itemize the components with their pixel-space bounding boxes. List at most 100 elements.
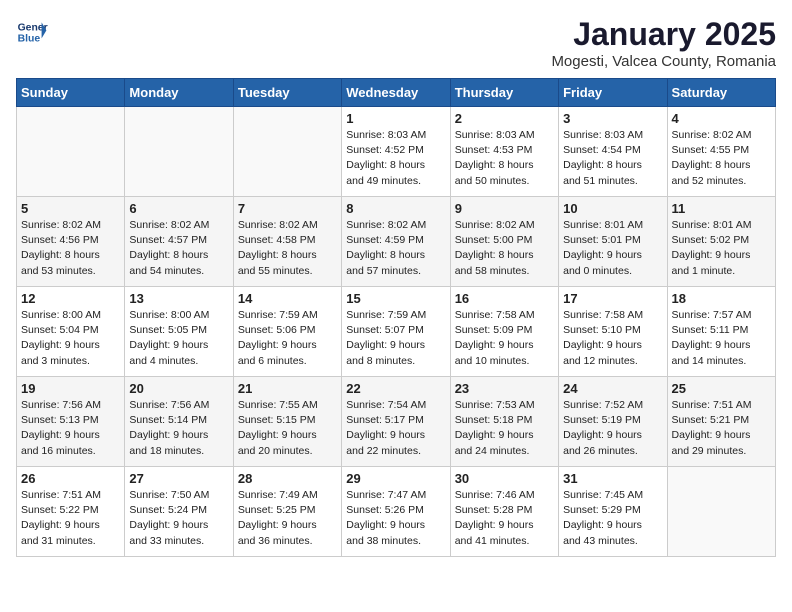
day-info: Sunrise: 8:02 AM Sunset: 4:56 PM Dayligh… [21, 218, 120, 279]
day-info: Sunrise: 7:49 AM Sunset: 5:25 PM Dayligh… [238, 488, 337, 549]
calendar-cell: 1 Sunrise: 8:03 AM Sunset: 4:52 PM Daylig… [342, 107, 450, 197]
calendar-cell: 21 Sunrise: 7:55 AM Sunset: 5:15 PM Dayli… [233, 377, 341, 467]
day-number: 17 [563, 291, 662, 306]
day-number: 30 [455, 471, 554, 486]
calendar-week-row: 12 Sunrise: 8:00 AM Sunset: 5:04 PM Dayli… [17, 287, 776, 377]
weekday-header: Friday [559, 79, 667, 107]
calendar-week-row: 19 Sunrise: 7:56 AM Sunset: 5:13 PM Dayli… [17, 377, 776, 467]
day-info: Sunrise: 7:52 AM Sunset: 5:19 PM Dayligh… [563, 398, 662, 459]
calendar-cell: 29 Sunrise: 7:47 AM Sunset: 5:26 PM Dayli… [342, 467, 450, 557]
day-info: Sunrise: 8:01 AM Sunset: 5:02 PM Dayligh… [672, 218, 771, 279]
day-number: 15 [346, 291, 445, 306]
title-area: January 2025 Mogesti, Valcea County, Rom… [551, 16, 776, 70]
weekday-header-row: SundayMondayTuesdayWednesdayThursdayFrid… [17, 79, 776, 107]
weekday-header: Tuesday [233, 79, 341, 107]
day-number: 1 [346, 111, 445, 126]
page-header: General Blue January 2025 Mogesti, Valce… [16, 16, 776, 70]
day-number: 27 [129, 471, 228, 486]
day-info: Sunrise: 7:51 AM Sunset: 5:22 PM Dayligh… [21, 488, 120, 549]
calendar-cell: 17Sunrise: 7:58 AM Sunset: 5:10 PM Dayli… [559, 287, 667, 377]
calendar-cell: 12 Sunrise: 8:00 AM Sunset: 5:04 PM Dayli… [17, 287, 125, 377]
day-number: 12 [21, 291, 120, 306]
svg-text:Blue: Blue [18, 34, 41, 45]
calendar-cell [125, 107, 233, 197]
calendar-cell: 27 Sunrise: 7:50 AM Sunset: 5:24 PM Dayli… [125, 467, 233, 557]
calendar-cell: 6 Sunrise: 8:02 AM Sunset: 4:57 PM Daylig… [125, 197, 233, 287]
weekday-header: Monday [125, 79, 233, 107]
day-info: Sunrise: 7:54 AM Sunset: 5:17 PM Dayligh… [346, 398, 445, 459]
day-number: 2 [455, 111, 554, 126]
day-info: Sunrise: 8:00 AM Sunset: 5:04 PM Dayligh… [21, 308, 120, 369]
day-number: 13 [129, 291, 228, 306]
day-info: Sunrise: 7:58 AM Sunset: 5:09 PM Dayligh… [455, 308, 554, 369]
day-number: 6 [129, 201, 228, 216]
calendar-cell: 15 Sunrise: 7:59 AM Sunset: 5:07 PM Dayli… [342, 287, 450, 377]
day-number: 22 [346, 381, 445, 396]
day-number: 4 [672, 111, 771, 126]
day-number: 16 [455, 291, 554, 306]
day-info: Sunrise: 8:01 AM Sunset: 5:01 PM Dayligh… [563, 218, 662, 279]
day-info: Sunrise: 8:02 AM Sunset: 4:57 PM Dayligh… [129, 218, 228, 279]
calendar-cell: 10 Sunrise: 8:01 AM Sunset: 5:01 PM Dayli… [559, 197, 667, 287]
calendar-cell: 31 Sunrise: 7:45 AM Sunset: 5:29 PM Dayli… [559, 467, 667, 557]
calendar-cell: 28 Sunrise: 7:49 AM Sunset: 5:25 PM Dayli… [233, 467, 341, 557]
day-info: Sunrise: 7:56 AM Sunset: 5:13 PM Dayligh… [21, 398, 120, 459]
calendar-cell: 7Sunrise: 8:02 AM Sunset: 4:58 PM Daylig… [233, 197, 341, 287]
calendar-cell: 22 Sunrise: 7:54 AM Sunset: 5:17 PM Dayli… [342, 377, 450, 467]
calendar-subtitle: Mogesti, Valcea County, Romania [551, 53, 776, 70]
day-info: Sunrise: 7:59 AM Sunset: 5:06 PM Dayligh… [238, 308, 337, 369]
day-number: 28 [238, 471, 337, 486]
day-info: Sunrise: 8:00 AM Sunset: 5:05 PM Dayligh… [129, 308, 228, 369]
day-info: Sunrise: 8:02 AM Sunset: 4:55 PM Dayligh… [672, 128, 771, 189]
logo-icon: General Blue [16, 16, 48, 48]
day-number: 7 [238, 201, 337, 216]
calendar-week-row: 1 Sunrise: 8:03 AM Sunset: 4:52 PM Daylig… [17, 107, 776, 197]
calendar-title: January 2025 [551, 16, 776, 53]
calendar-cell [17, 107, 125, 197]
day-number: 10 [563, 201, 662, 216]
calendar-cell: 30 Sunrise: 7:46 AM Sunset: 5:28 PM Dayli… [450, 467, 558, 557]
day-info: Sunrise: 7:56 AM Sunset: 5:14 PM Dayligh… [129, 398, 228, 459]
day-info: Sunrise: 7:55 AM Sunset: 5:15 PM Dayligh… [238, 398, 337, 459]
calendar-cell: 24 Sunrise: 7:52 AM Sunset: 5:19 PM Dayli… [559, 377, 667, 467]
logo: General Blue [16, 16, 48, 48]
weekday-header: Sunday [17, 79, 125, 107]
calendar-cell: 14 Sunrise: 7:59 AM Sunset: 5:06 PM Dayli… [233, 287, 341, 377]
calendar-cell: 23Sunrise: 7:53 AM Sunset: 5:18 PM Dayli… [450, 377, 558, 467]
calendar-week-row: 5Sunrise: 8:02 AM Sunset: 4:56 PM Daylig… [17, 197, 776, 287]
weekday-header: Thursday [450, 79, 558, 107]
day-info: Sunrise: 7:47 AM Sunset: 5:26 PM Dayligh… [346, 488, 445, 549]
day-info: Sunrise: 7:57 AM Sunset: 5:11 PM Dayligh… [672, 308, 771, 369]
day-info: Sunrise: 8:03 AM Sunset: 4:52 PM Dayligh… [346, 128, 445, 189]
calendar-cell: 25 Sunrise: 7:51 AM Sunset: 5:21 PM Dayli… [667, 377, 775, 467]
day-info: Sunrise: 7:51 AM Sunset: 5:21 PM Dayligh… [672, 398, 771, 459]
calendar-cell: 13 Sunrise: 8:00 AM Sunset: 5:05 PM Dayli… [125, 287, 233, 377]
calendar-cell [667, 467, 775, 557]
day-number: 26 [21, 471, 120, 486]
calendar-cell: 18 Sunrise: 7:57 AM Sunset: 5:11 PM Dayli… [667, 287, 775, 377]
day-number: 3 [563, 111, 662, 126]
weekday-header: Saturday [667, 79, 775, 107]
calendar-cell: 9Sunrise: 8:02 AM Sunset: 5:00 PM Daylig… [450, 197, 558, 287]
day-number: 25 [672, 381, 771, 396]
calendar-week-row: 26 Sunrise: 7:51 AM Sunset: 5:22 PM Dayli… [17, 467, 776, 557]
calendar-cell [233, 107, 341, 197]
day-info: Sunrise: 8:02 AM Sunset: 4:59 PM Dayligh… [346, 218, 445, 279]
day-info: Sunrise: 7:45 AM Sunset: 5:29 PM Dayligh… [563, 488, 662, 549]
day-info: Sunrise: 7:46 AM Sunset: 5:28 PM Dayligh… [455, 488, 554, 549]
day-number: 23 [455, 381, 554, 396]
day-number: 18 [672, 291, 771, 306]
day-info: Sunrise: 7:50 AM Sunset: 5:24 PM Dayligh… [129, 488, 228, 549]
day-number: 14 [238, 291, 337, 306]
day-info: Sunrise: 7:59 AM Sunset: 5:07 PM Dayligh… [346, 308, 445, 369]
day-number: 19 [21, 381, 120, 396]
day-number: 24 [563, 381, 662, 396]
day-number: 29 [346, 471, 445, 486]
day-number: 31 [563, 471, 662, 486]
calendar-cell: 2 Sunrise: 8:03 AM Sunset: 4:53 PM Daylig… [450, 107, 558, 197]
calendar-table: SundayMondayTuesdayWednesdayThursdayFrid… [16, 78, 776, 557]
day-number: 21 [238, 381, 337, 396]
day-info: Sunrise: 8:03 AM Sunset: 4:53 PM Dayligh… [455, 128, 554, 189]
day-number: 9 [455, 201, 554, 216]
calendar-cell: 20Sunrise: 7:56 AM Sunset: 5:14 PM Dayli… [125, 377, 233, 467]
